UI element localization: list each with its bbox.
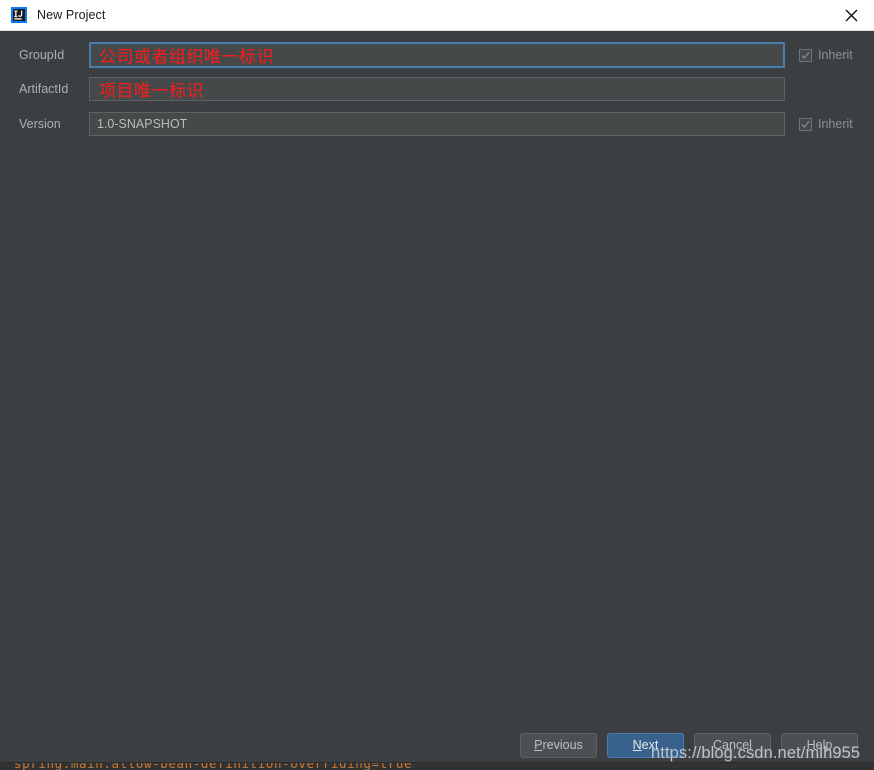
new-project-dialog: New Project GroupId 公司或者组织唯一标识 Inherit A… [0, 0, 874, 762]
intellij-idea-icon [11, 7, 27, 23]
previous-button-label: revious [542, 738, 583, 752]
form-row-artifactid: ArtifactId 项目唯一标识 [0, 77, 874, 102]
dialog-titlebar: New Project [0, 0, 874, 31]
groupid-inherit-checkbox[interactable]: Inherit [799, 48, 853, 62]
version-input[interactable] [89, 112, 785, 136]
groupid-field-wrap: 公司或者组织唯一标识 [89, 42, 785, 68]
dialog-body: GroupId 公司或者组织唯一标识 Inherit ArtifactId 项目… [0, 31, 874, 762]
version-inherit-checkbox[interactable]: Inherit [799, 117, 853, 131]
groupid-label: GroupId [19, 48, 65, 62]
version-label: Version [19, 117, 61, 131]
form-row-groupid: GroupId 公司或者组织唯一标识 Inherit [0, 42, 874, 68]
form-row-version: Version Inherit [0, 112, 874, 136]
groupid-input[interactable] [89, 42, 785, 68]
blog-watermark: https://blog.csdn.net/mlh955 [651, 744, 861, 762]
artifactid-field-wrap: 项目唯一标识 [89, 77, 785, 102]
version-inherit-label: Inherit [818, 117, 853, 131]
artifactid-label: ArtifactId [19, 82, 69, 96]
next-button-mnemonic: N [632, 738, 642, 752]
groupid-inherit-label: Inherit [818, 48, 853, 62]
close-icon[interactable] [828, 0, 874, 30]
checkbox-checked-icon[interactable] [799, 117, 812, 131]
previous-button-mnemonic: P [534, 738, 543, 752]
dialog-title: New Project [37, 8, 106, 22]
checkbox-checked-icon[interactable] [799, 48, 812, 62]
version-field-wrap [89, 112, 785, 136]
previous-button[interactable]: Previous [520, 732, 597, 758]
artifactid-input[interactable] [89, 77, 785, 101]
